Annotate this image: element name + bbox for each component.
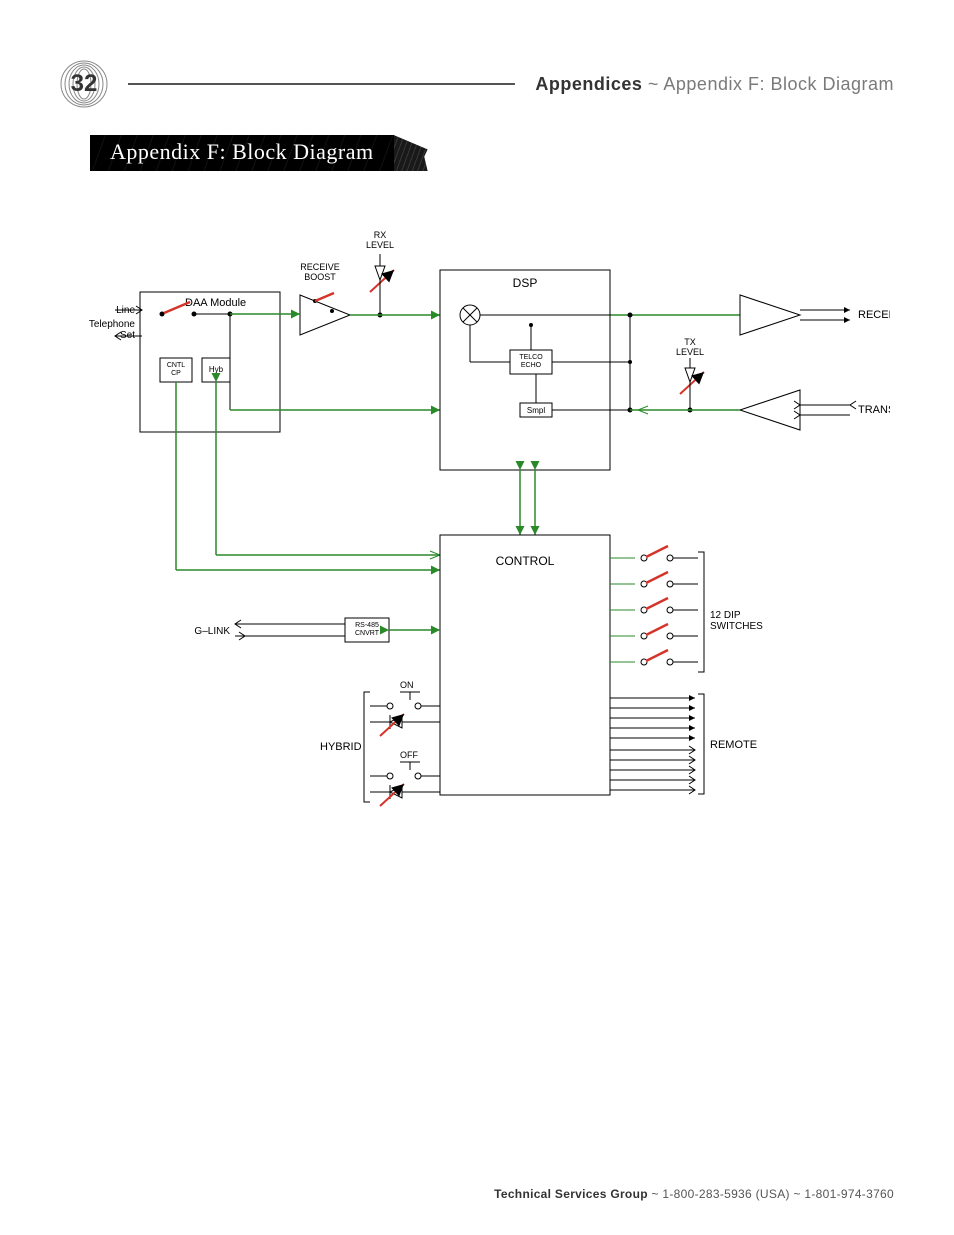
rx-level-label: RXLEVEL [366,230,394,250]
header-section: Appendices [535,74,642,94]
hyb-label: Hyb [209,365,224,374]
telco-echo-label: TELCOECHO [519,354,543,369]
page-footer: Technical Services Group ~ 1-800-283-593… [0,1187,894,1201]
block-diagram: DAA Module Line TelephoneSet CNTLCP Hyb … [70,210,894,895]
page-number: 32 [71,70,98,98]
dip-switches-label: 12 DIPSWITCHES [710,610,763,632]
page-header: 32 Appendices ~ Appendix F: Block Diagra… [60,60,894,108]
control-label: CONTROL [496,554,555,568]
hybrid-label: HYBRID [320,741,362,753]
g-link-label: G–LINK [194,626,230,637]
header-subsection: Appendix F: Block Diagram [663,74,894,94]
dip-switches-group: 12 DIPSWITCHES [610,546,763,672]
receive-output-amp-icon [740,295,800,335]
receive-boost-switch-icon [315,293,334,301]
page-number-badge: 32 [60,60,108,108]
section-title: Appendix F: Block Diagram [90,135,394,171]
control-box [440,535,610,795]
remote-group: REMOTE [610,694,757,794]
transmit-label: TRANSMIT [858,404,890,416]
transmit-input-amp-icon [740,390,800,430]
footer-group: Technical Services Group [494,1187,648,1201]
header-rule [128,83,515,85]
receive-label: RECEIVE [858,309,890,321]
footer-phone1: 1-800-283-5936 (USA) [662,1187,789,1201]
tx-level-pot-icon [685,368,695,382]
rx-level-pot-icon [375,266,385,280]
remote-label: REMOTE [710,739,757,751]
dsp-label: DSP [513,276,538,290]
receive-boost-label: RECEIVEBOOST [300,262,340,282]
receive-amp-icon [300,295,350,335]
on-label: ON [400,680,414,690]
daa-module-label: DAA Module [185,297,246,309]
smpl-label: Smpl [527,406,545,415]
tx-level-label: TXLEVEL [676,337,704,357]
hybrid-group: HYBRID ON OFF [320,680,440,806]
header-breadcrumb: Appendices ~ Appendix F: Block Diagram [535,74,894,95]
telephone-label: TelephoneSet [89,319,136,341]
rs485-label: RS-485CNVRT [355,622,380,637]
footer-phone2: 1-801-974-3760 [804,1187,894,1201]
off-label: OFF [400,750,418,760]
